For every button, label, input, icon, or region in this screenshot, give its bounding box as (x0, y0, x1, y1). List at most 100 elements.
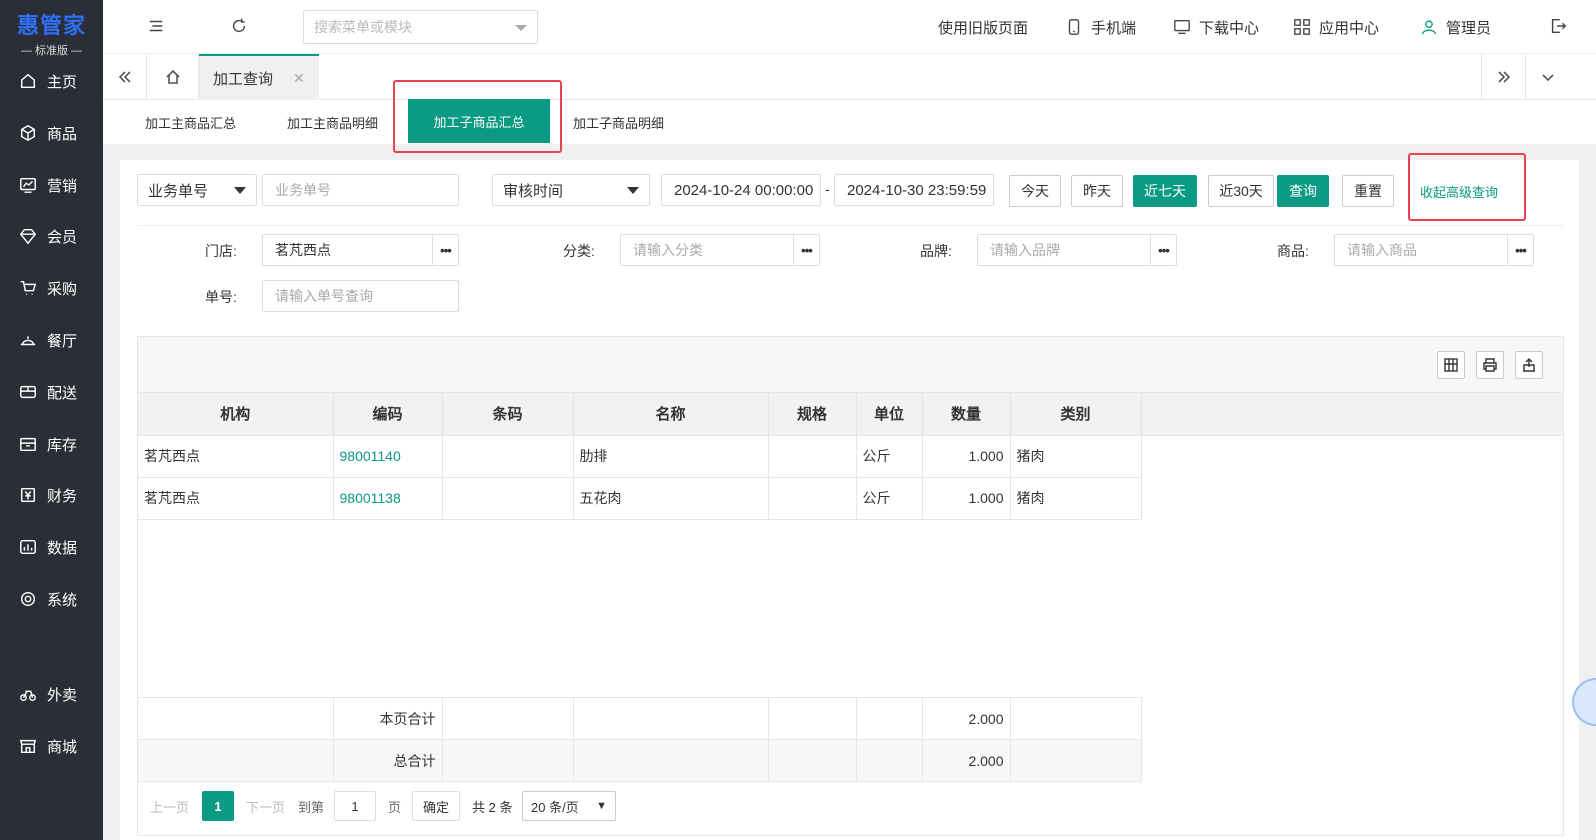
mobile-link[interactable]: 手机端 (1065, 0, 1136, 54)
subtab-main-detail[interactable]: 加工主商品明细 (287, 100, 378, 144)
cell-spec (768, 435, 857, 478)
more-dots-icon[interactable]: ••• (1507, 235, 1533, 265)
print-icon[interactable] (1476, 351, 1504, 379)
product-label: 商品: (1277, 243, 1309, 259)
last-30-days-button[interactable]: 近30天 (1208, 175, 1274, 207)
sidebar-item-data[interactable]: 数据 (0, 527, 103, 567)
cell-name: 五花肉 (573, 477, 769, 520)
date-start-input[interactable]: 2024-10-24 00:00:00 (661, 174, 821, 206)
tabs-scroll-left-button[interactable] (103, 54, 147, 99)
more-dots-icon[interactable]: ••• (1150, 235, 1176, 265)
col-category[interactable]: 类别 (1010, 393, 1142, 436)
time-type-select[interactable]: 审核时间 (492, 174, 650, 206)
goto-confirm-button[interactable]: 确定 (412, 791, 460, 821)
page-1-button[interactable]: 1 (202, 791, 234, 821)
prev-page-button[interactable]: 上一页 (150, 791, 189, 821)
cell-filler (1141, 435, 1563, 477)
total-empty (442, 697, 574, 740)
last-7-days-button[interactable]: 近七天 (1133, 175, 1197, 207)
sidebar-item-system[interactable]: 系统 (0, 579, 103, 619)
doc-number-input[interactable]: 业务单号 (262, 174, 459, 206)
brand-input[interactable]: 请输入品牌 ••• (977, 234, 1177, 266)
col-name[interactable]: 名称 (573, 393, 769, 436)
refresh-icon[interactable] (230, 17, 250, 37)
category-input[interactable]: 请输入分类 ••• (620, 234, 820, 266)
sidebar-item-delivery[interactable]: 配送 (0, 372, 103, 412)
page-size-select[interactable]: 20 条/页 ▼ (522, 791, 616, 821)
totals-table: 本页合计 2.000 总合计 2.000 (138, 697, 1142, 782)
columns-icon[interactable] (1437, 351, 1465, 379)
col-code[interactable]: 编码 (333, 393, 443, 436)
cell-code[interactable]: 98001140 (333, 435, 443, 478)
cell-name: 肋排 (573, 435, 769, 478)
sidebar-item-inventory[interactable]: 库存 (0, 424, 103, 464)
table-header-row: 机构 编码 条码 名称 规格 单位 数量 类别 (138, 393, 1563, 436)
sidebar-item-label: 餐厅 (47, 332, 78, 350)
phone-icon (1068, 19, 1080, 35)
logout-icon[interactable] (1549, 17, 1569, 37)
sidebar-item-label: 配送 (47, 384, 78, 402)
monitor-icon (1174, 20, 1190, 34)
home-tab[interactable] (147, 54, 199, 99)
old-page-link[interactable]: 使用旧版页面 (938, 0, 1028, 54)
user-icon (1422, 20, 1436, 35)
archive-icon (18, 434, 38, 454)
query-button[interactable]: 查询 (1277, 175, 1329, 207)
sidebar-item-goods[interactable]: 商品 (0, 113, 103, 153)
col-unit[interactable]: 单位 (856, 393, 923, 436)
today-button[interactable]: 今天 (1009, 175, 1061, 207)
logo-text: 惠管家 (16, 14, 86, 39)
tab-processing-query[interactable]: 加工查询 ✕ (199, 54, 319, 100)
sidebar-item-finance[interactable]: 财务 (0, 475, 103, 515)
sidebar-item-label: 系统 (47, 591, 78, 609)
table-row[interactable]: 茗芃西点 98001140 肋排 公斤 1.000 猪肉 (138, 435, 1563, 478)
menu-search-input[interactable]: 搜索菜单或模块 (303, 10, 538, 44)
sidebar-item-takeout[interactable]: 外卖 (0, 674, 103, 714)
apps-icon (1294, 19, 1310, 35)
tabs-dropdown-button[interactable] (1525, 54, 1569, 99)
app-center-link[interactable]: 应用中心 (1293, 0, 1379, 54)
doc-type-select[interactable]: 业务单号 (137, 174, 257, 206)
sidebar-item-home[interactable]: 主页 (0, 61, 103, 101)
yesterday-button[interactable]: 昨天 (1071, 175, 1123, 207)
sidebar-item-label: 会员 (47, 228, 78, 246)
page-number-input[interactable]: 1 (334, 791, 376, 821)
next-page-button[interactable]: 下一页 (246, 791, 285, 821)
table-row[interactable]: 茗芃西点 98001138 五花肉 公斤 1.000 猪肉 (138, 477, 1563, 520)
download-center-link[interactable]: 下载中心 (1173, 0, 1259, 54)
sidebar-item-mall[interactable]: 商城 (0, 726, 103, 766)
sidebar-item-purchase[interactable]: 采购 (0, 268, 103, 308)
order-number-input[interactable]: 请输入单号查询 (262, 280, 459, 312)
product-input[interactable]: 请输入商品 ••• (1334, 234, 1534, 266)
page-size-value: 20 条/页 (531, 799, 579, 815)
subtab-child-detail[interactable]: 加工子商品明细 (573, 100, 664, 144)
store-input[interactable]: 茗芃西点 ••• (262, 234, 459, 266)
total-empty (138, 739, 334, 782)
user-menu[interactable]: 管理员 (1420, 0, 1491, 54)
date-end-input[interactable]: 2024-10-30 23:59:59 (834, 174, 994, 206)
chevron-down-icon (1541, 73, 1554, 81)
tabs-scroll-right-button[interactable] (1481, 54, 1525, 99)
sidebar-item-member[interactable]: 会员 (0, 216, 103, 256)
cell-org: 茗芃西点 (138, 477, 334, 520)
reset-button[interactable]: 重置 (1342, 175, 1394, 207)
total-empty (138, 697, 334, 740)
highlight-box-collapse (1408, 153, 1526, 221)
col-org[interactable]: 机构 (138, 393, 334, 436)
more-dots-icon[interactable]: ••• (432, 235, 458, 265)
menu-toggle-icon[interactable] (147, 17, 167, 37)
col-qty[interactable]: 数量 (922, 393, 1011, 436)
col-barcode[interactable]: 条码 (442, 393, 574, 436)
sidebar-item-marketing[interactable]: 营销 (0, 165, 103, 205)
close-icon[interactable]: ✕ (293, 70, 305, 87)
cart-icon (18, 278, 38, 298)
col-spec[interactable]: 规格 (768, 393, 857, 436)
home-icon (165, 69, 180, 84)
export-icon[interactable] (1515, 351, 1543, 379)
sidebar-item-restaurant[interactable]: 餐厅 (0, 320, 103, 360)
cell-code[interactable]: 98001138 (333, 477, 443, 520)
store-value: 茗芃西点 (275, 242, 331, 258)
subtab-main-summary[interactable]: 加工主商品汇总 (145, 100, 236, 144)
total-empty (1010, 697, 1142, 740)
more-dots-icon[interactable]: ••• (793, 235, 819, 265)
